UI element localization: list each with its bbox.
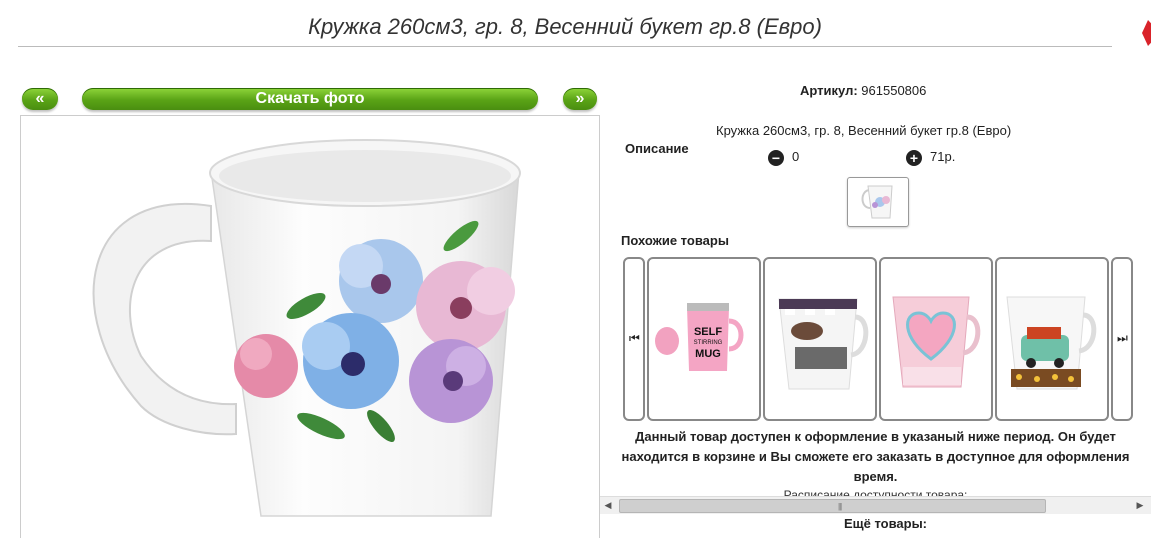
article-value: 961550806 (861, 83, 927, 98)
similar-item-self-stirring-mug[interactable]: SELF STIRRING MUG (647, 257, 761, 421)
similar-item-heart-mug[interactable] (879, 257, 993, 421)
quantity-value: 0 (792, 149, 800, 164)
more-products-label: Ещё товары: (843, 516, 928, 531)
corner-logo-icon (1142, 20, 1151, 46)
product-photo (20, 115, 600, 538)
scrollbar-grip-icon: ||| (838, 502, 842, 511)
floral-mug-image (92, 139, 521, 517)
download-photo-button[interactable]: Скачать фото (82, 88, 538, 110)
self-mug-line-3: MUG (695, 348, 721, 360)
self-mug-line-1: SELF (694, 326, 722, 338)
carousel-next-button[interactable]: ⏭ (1111, 257, 1133, 421)
skip-next-icon: ⏭ (1117, 331, 1128, 345)
horizontal-scrollbar[interactable]: ◀ ||| ▶ (600, 496, 1151, 514)
scrollbar-thumb[interactable]: ||| (619, 499, 1046, 513)
similar-products-label: Похожие товары (621, 233, 729, 248)
price-value: 71р. (930, 149, 956, 164)
price-control: +71р. (906, 149, 955, 166)
product-thumbnail[interactable] (847, 177, 909, 227)
page-title: Кружка 260см3, гр. 8, Весенний букет гр.… (308, 14, 822, 39)
description-text: Кружка 260см3, гр. 8, Весенний букет гр.… (716, 123, 1012, 138)
availability-schedule-label: Расписание доступности товара: (783, 488, 968, 496)
next-photo-button[interactable]: » (563, 88, 597, 110)
quantity-control: −0 (768, 149, 799, 166)
carousel-prev-button[interactable]: ⏮ (623, 257, 645, 421)
article-row: Артикул: 961550806 (800, 83, 926, 98)
availability-notice: Данный товар доступен к оформление в ука… (621, 429, 1130, 484)
scroll-right-icon[interactable]: ▶ (1134, 500, 1146, 511)
scroll-left-icon[interactable]: ◀ (602, 500, 614, 511)
description-label: Описание (625, 141, 689, 156)
similar-item-car-mug[interactable] (995, 257, 1109, 421)
skip-previous-icon: ⏮ (629, 331, 640, 345)
article-label: Артикул: (800, 83, 858, 98)
self-mug-line-2: STIRRING (694, 340, 723, 346)
title-divider (18, 46, 1112, 47)
prev-photo-button[interactable]: « (22, 88, 58, 110)
plus-icon[interactable]: + (906, 149, 922, 166)
minus-icon[interactable]: − (768, 149, 784, 166)
similar-item-coffee-mug[interactable] (763, 257, 877, 421)
